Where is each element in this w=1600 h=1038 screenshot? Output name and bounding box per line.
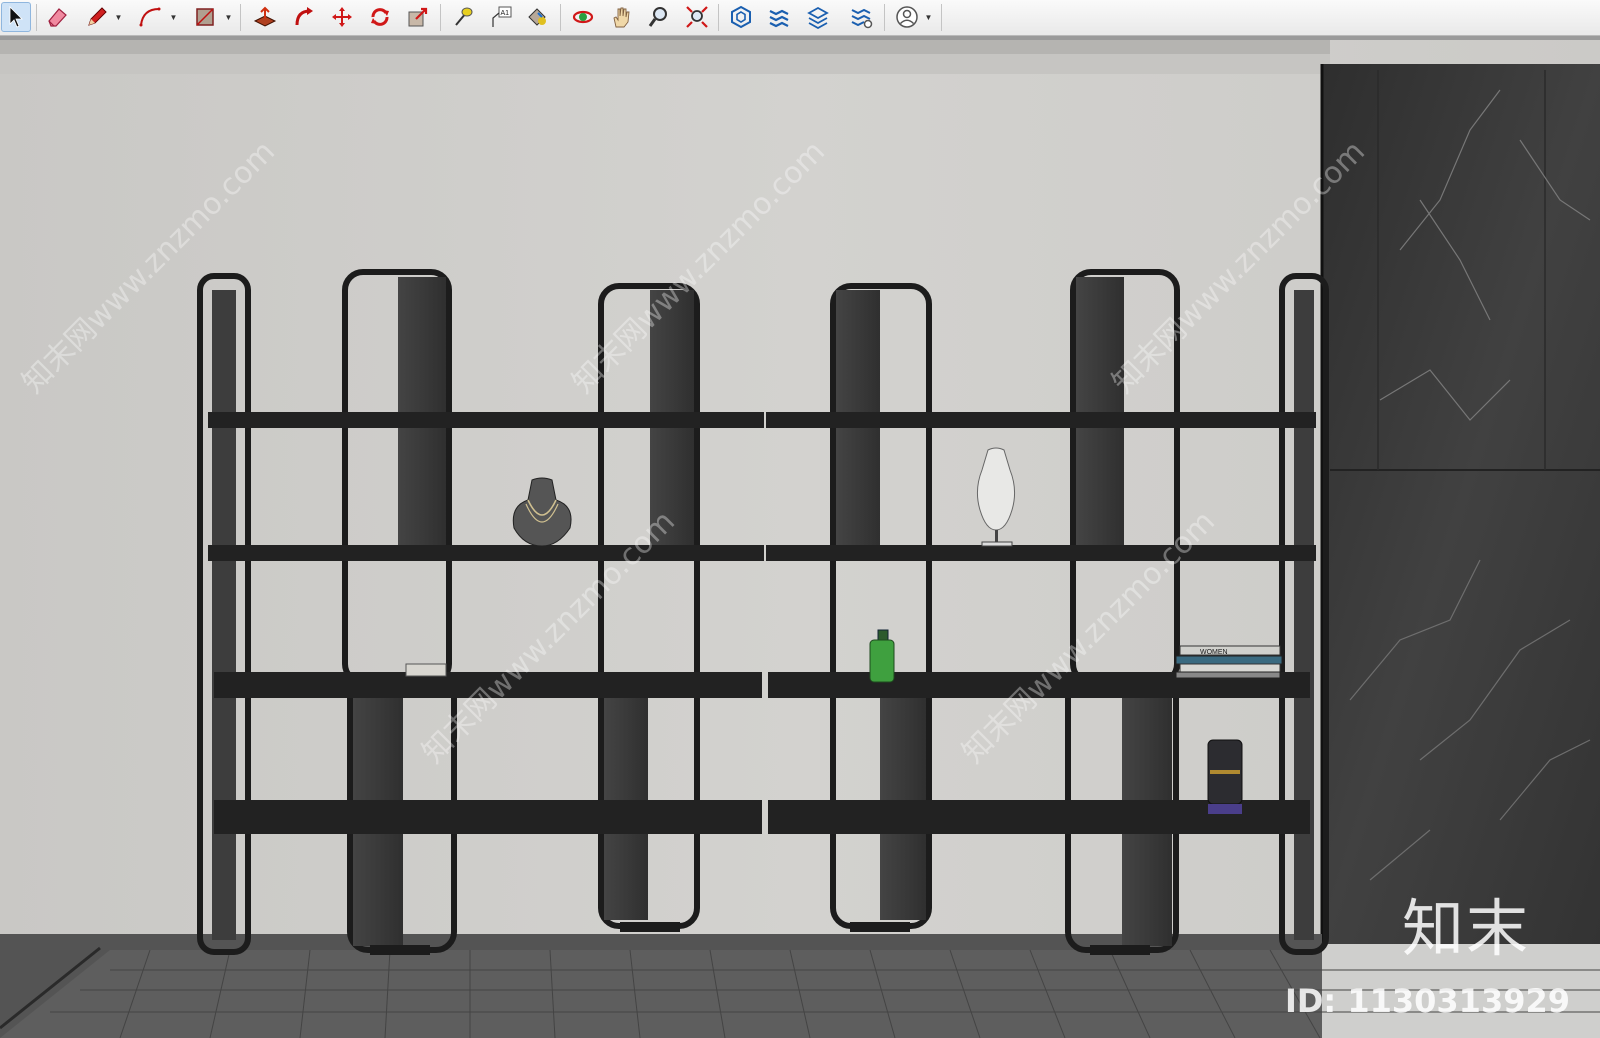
- eraser-icon: [48, 8, 67, 27]
- layout-send-icon: [807, 6, 829, 29]
- line-menu-caret[interactable]: ▼: [114, 10, 123, 24]
- move-tool-button[interactable]: [327, 2, 357, 32]
- extension-manager-button[interactable]: [846, 2, 876, 32]
- scale-icon: [408, 7, 428, 27]
- send-to-layout-button[interactable]: [803, 2, 833, 32]
- rectangle-tool-button[interactable]: [190, 2, 220, 32]
- pencil-line-icon: [88, 7, 107, 26]
- candle-jar-icon[interactable]: [1207, 739, 1243, 814]
- pan-hand-icon: [613, 7, 630, 28]
- watermark-brand: 知末: [1401, 892, 1530, 965]
- rotate-tool-button[interactable]: [365, 2, 395, 32]
- orbit-tool-button[interactable]: [568, 2, 598, 32]
- arc-menu-caret[interactable]: ▼: [169, 10, 178, 24]
- extension-warehouse-icon: [769, 9, 789, 28]
- move-icon: [332, 7, 352, 27]
- eraser-tool-button[interactable]: [42, 2, 72, 32]
- extension-manager-icon: [851, 8, 873, 29]
- tape-measure-tool-button[interactable]: [448, 2, 478, 32]
- book-spine-text: WOMEN: [1200, 649, 1228, 656]
- pan-tool-button[interactable]: [606, 2, 636, 32]
- account-button[interactable]: [892, 2, 922, 32]
- select-tool-button[interactable]: [1, 2, 31, 32]
- watermark-id: ID: 1130313929: [1284, 982, 1570, 1020]
- text-tool-label: A1: [501, 10, 510, 17]
- push-pull-icon: [253, 6, 277, 27]
- line-tool-button[interactable]: [82, 2, 112, 32]
- arc-icon: [139, 7, 161, 27]
- shelf-row-4: [214, 800, 1310, 834]
- account-icon: [896, 6, 918, 28]
- zoom-extents-icon: [686, 6, 708, 28]
- arc-tool-button[interactable]: [135, 2, 165, 32]
- follow-me-tool-button[interactable]: [289, 2, 319, 32]
- 3d-warehouse-button[interactable]: [726, 2, 756, 32]
- zoom-tool-button[interactable]: [644, 2, 674, 32]
- follow-me-icon: [295, 7, 313, 26]
- text-label-icon: A1: [492, 6, 512, 27]
- select-arrow-icon: [9, 6, 23, 28]
- shelf-row-1: [208, 412, 1316, 428]
- small-box-icon[interactable]: [405, 663, 447, 677]
- account-menu-caret[interactable]: ▼: [924, 10, 933, 24]
- paint-bucket-icon: [528, 8, 546, 26]
- push-pull-tool-button[interactable]: [250, 2, 280, 32]
- main-toolbar: ▼ ▼ ▼ A1 ▼: [0, 0, 1600, 36]
- orbit-icon: [572, 10, 594, 24]
- scale-tool-button[interactable]: [403, 2, 433, 32]
- rectangle-icon: [196, 8, 214, 26]
- rotate-icon: [371, 8, 389, 26]
- marble-column: [1320, 64, 1600, 944]
- rectangle-menu-caret[interactable]: ▼: [224, 10, 233, 24]
- shelf-row-3: [214, 672, 1310, 698]
- model-viewport[interactable]: WOMEN 知末网www.znzmo.com 知末网www.znzmo.com …: [0, 40, 1600, 1038]
- zoom-icon: [648, 7, 667, 27]
- paint-bucket-tool-button[interactable]: [522, 2, 552, 32]
- text-tool-button[interactable]: A1: [486, 2, 516, 32]
- 3d-warehouse-icon: [731, 5, 751, 29]
- tape-measure-icon: [455, 7, 473, 26]
- zoom-extents-tool-button[interactable]: [682, 2, 712, 32]
- extension-warehouse-button[interactable]: [764, 2, 794, 32]
- book-stack-icon[interactable]: WOMEN: [1175, 645, 1283, 679]
